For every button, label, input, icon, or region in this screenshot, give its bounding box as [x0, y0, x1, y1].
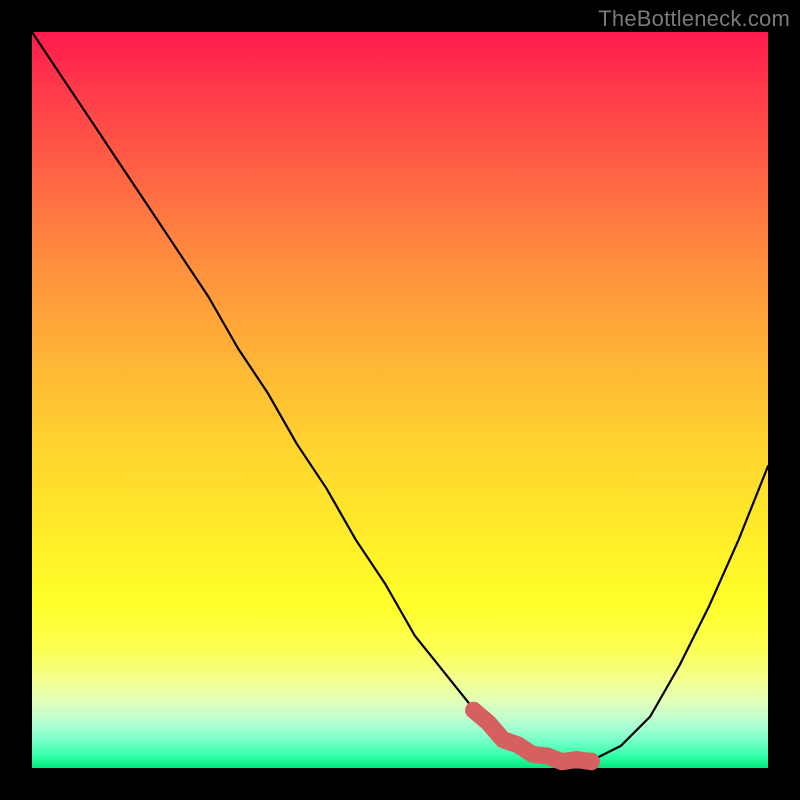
bottleneck-curve — [32, 32, 768, 761]
chart-container: TheBottleneck.com — [0, 0, 800, 800]
sweet-spot-endpoint-dot — [583, 753, 599, 769]
sweet-spot-emphasis — [474, 710, 592, 762]
curve-layer — [32, 32, 768, 768]
watermark-text: TheBottleneck.com — [598, 6, 790, 32]
